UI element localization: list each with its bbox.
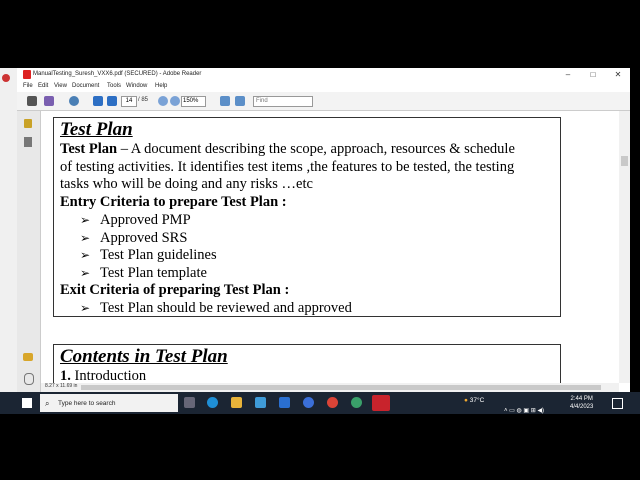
menu-document[interactable]: Document xyxy=(72,83,99,89)
file-explorer-icon[interactable] xyxy=(231,397,242,408)
page-total: / 85 xyxy=(138,97,149,103)
exit-item: ➢ Test Plan should be reviewed and approv… xyxy=(80,300,352,316)
menu-bar: File Edit View Document Tools Window Hel… xyxy=(17,82,630,92)
attachment-icon[interactable] xyxy=(24,373,34,385)
print-icon[interactable] xyxy=(27,96,37,106)
clock-date: 4/4/2023 xyxy=(570,404,594,410)
notifications-icon[interactable] xyxy=(612,398,623,409)
zoom-out-icon[interactable] xyxy=(158,96,168,106)
menu-tools[interactable]: Tools xyxy=(107,83,121,89)
clock[interactable]: 2:44 PM 4/4/2023 xyxy=(570,395,593,411)
chrome-icon[interactable] xyxy=(327,397,338,408)
weather-icon: ● xyxy=(464,397,468,404)
arrow-bullet-icon: ➢ xyxy=(80,266,91,280)
definition-term: Test Plan xyxy=(60,141,118,157)
tray-icons: ˄ ▭ ◍ ▣ ⊞ ◀) xyxy=(504,408,545,414)
arrow-bullet-icon: ➢ xyxy=(80,248,91,262)
navigation-pane xyxy=(17,111,41,392)
app-icon[interactable] xyxy=(351,397,362,408)
page-number-input[interactable]: 14 xyxy=(121,96,137,107)
menu-view[interactable]: View xyxy=(54,83,67,89)
vertical-scroll-thumb[interactable] xyxy=(621,156,628,166)
toolbar: 14 / 85 150% Find xyxy=(17,92,630,111)
acrobat-taskbar-icon[interactable] xyxy=(372,395,390,411)
horizontal-scroll-thumb[interactable] xyxy=(81,385,601,390)
vertical-scrollbar[interactable] xyxy=(619,111,630,383)
desktop-app-icon xyxy=(2,74,10,82)
previous-page-icon[interactable] xyxy=(93,96,103,106)
zoom-in-icon[interactable] xyxy=(170,96,180,106)
definition-paragraph: Test Plan – A document describing the sc… xyxy=(60,141,556,194)
document-view[interactable]: Test Plan Test Plan – A document describ… xyxy=(41,111,619,383)
lock-icon[interactable] xyxy=(24,119,32,128)
taskbar-search[interactable]: ⌕ Type here to search xyxy=(40,394,178,412)
entry-criteria-heading: Entry Criteria to prepare Test Plan : xyxy=(60,194,287,210)
weather-widget[interactable]: ● 37°C xyxy=(464,397,484,404)
edge-icon[interactable] xyxy=(207,397,218,408)
system-tray[interactable]: ˄ ▭ ◍ ▣ ⊞ ◀) xyxy=(504,399,564,414)
share-icon[interactable] xyxy=(69,96,79,106)
windows-start-icon[interactable] xyxy=(22,398,32,408)
entry-item: ➢ Test Plan template xyxy=(80,265,207,281)
mail-icon[interactable] xyxy=(279,397,290,408)
close-button[interactable]: ✕ xyxy=(608,69,628,81)
entry-item: ➢ Test Plan guidelines xyxy=(80,247,217,263)
temperature: 37°C xyxy=(469,397,485,404)
email-icon[interactable] xyxy=(44,96,54,106)
minimize-button[interactable]: – xyxy=(558,69,578,81)
contents-heading: Contents in Test Plan xyxy=(60,346,228,367)
menu-window[interactable]: Window xyxy=(126,83,147,89)
contents-box: Contents in Test Plan 1. Introduction xyxy=(53,344,561,383)
exit-criteria-heading: Exit Criteria of preparing Test Plan : xyxy=(60,282,290,298)
definition-line: – A document describing the scope, appro… xyxy=(117,141,515,157)
fit-width-icon[interactable] xyxy=(235,96,245,106)
page-size-label: 8.27 x 11.69 in xyxy=(43,383,80,389)
section-heading: Test Plan xyxy=(60,119,133,140)
arrow-bullet-icon: ➢ xyxy=(80,213,91,227)
definition-line: tasks who will be doing and any risks …e… xyxy=(60,176,313,192)
adobe-reader-window: ManualTesting_Suresh_VXX6.pdf (SECURED) … xyxy=(17,68,630,392)
horizontal-scrollbar[interactable]: 8.27 x 11.69 in xyxy=(41,383,619,392)
pages-icon[interactable] xyxy=(24,137,32,147)
test-plan-box: Test Plan Test Plan – A document describ… xyxy=(53,117,561,317)
definition-line: of testing activities. It identifies tes… xyxy=(60,158,515,175)
comment-icon[interactable] xyxy=(23,353,33,361)
contents-item: 1. Introduction xyxy=(60,368,147,383)
search-icon: ⌕ xyxy=(45,399,50,408)
fit-page-icon[interactable] xyxy=(220,96,230,106)
zoom-input[interactable]: 150% xyxy=(181,96,206,107)
task-view-icon[interactable] xyxy=(184,397,195,408)
pdf-app-icon xyxy=(23,70,31,79)
title-bar: ManualTesting_Suresh_VXX6.pdf (SECURED) … xyxy=(17,68,630,82)
next-page-icon[interactable] xyxy=(107,96,117,106)
zoom-app-icon[interactable] xyxy=(303,397,314,408)
desktop-strip xyxy=(0,68,17,392)
arrow-bullet-icon: ➢ xyxy=(80,301,91,315)
store-icon[interactable] xyxy=(255,397,266,408)
window-title: ManualTesting_Suresh_VXX6.pdf (SECURED) … xyxy=(33,71,202,77)
taskbar: ⌕ Type here to search ● 37°C ˄ ▭ ◍ ▣ ⊞ ◀… xyxy=(0,392,640,414)
menu-help[interactable]: Help xyxy=(155,83,167,89)
menu-file[interactable]: File xyxy=(23,83,33,89)
search-placeholder: Type here to search xyxy=(58,400,116,407)
clock-time: 2:44 PM xyxy=(570,396,593,402)
maximize-button[interactable]: □ xyxy=(583,69,603,81)
menu-edit[interactable]: Edit xyxy=(38,83,48,89)
find-input[interactable]: Find xyxy=(253,96,313,107)
entry-item: ➢ Approved SRS xyxy=(80,230,188,246)
entry-item: ➢ Approved PMP xyxy=(80,212,191,228)
arrow-bullet-icon: ➢ xyxy=(80,231,91,245)
